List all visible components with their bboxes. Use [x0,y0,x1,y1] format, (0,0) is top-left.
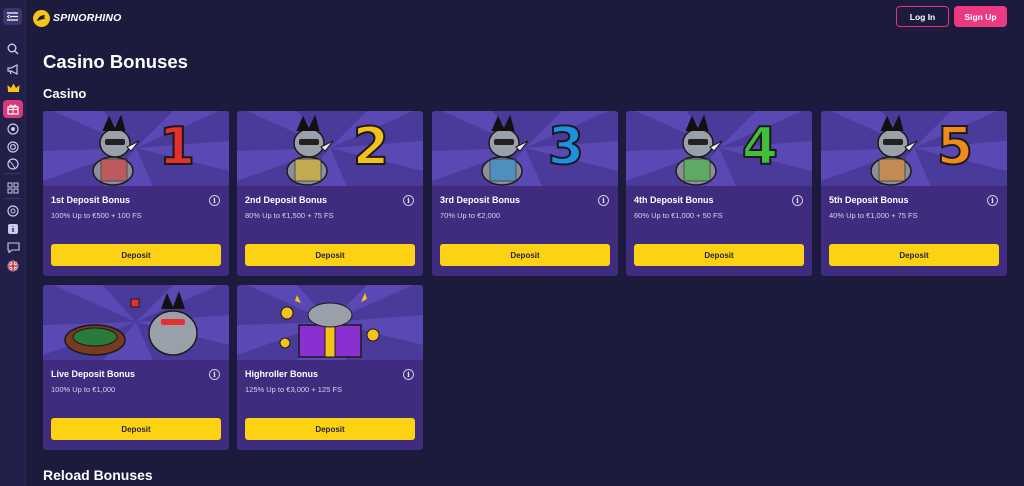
bonus-artwork [43,285,229,360]
bonus-numeral: 4 [741,116,779,178]
deposit-button[interactable]: Deposit [440,244,610,266]
bonus-description: 100% Up to €1,000 [51,385,116,394]
deposit-button[interactable]: Deposit [245,418,415,440]
deposit-button[interactable]: Deposit [829,244,999,266]
info-icon[interactable] [5,221,21,237]
bonus-artwork [432,111,618,186]
bonus-title: 3rd Deposit Bonus [440,195,521,205]
bonus-description: 70% Up to €2,000 [440,211,501,220]
deposit-button[interactable]: Deposit [51,418,221,440]
bonus-numeral: 5 [936,116,974,178]
bonus-artwork [43,111,229,186]
logo[interactable]: SPINORHINO [33,9,122,27]
grid-icon[interactable] [5,180,21,196]
info-icon[interactable]: i [403,369,414,380]
sidebar [0,0,26,486]
search-icon[interactable] [5,41,21,57]
sports-ball-icon[interactable] [5,156,21,172]
shield-icon[interactable] [5,121,21,137]
menu-toggle-icon[interactable] [3,8,22,25]
bonus-title: Live Deposit Bonus [51,369,136,379]
bonus-card: Highroller Bonus 125% Up to €3,000 + 125 … [237,285,423,450]
deposit-button[interactable]: Deposit [634,244,804,266]
logo-text: SPINORHINO [53,12,122,24]
info-icon[interactable]: i [209,195,220,206]
bonus-artwork [237,111,423,186]
bonus-title: Highroller Bonus [245,369,319,379]
sidebar-divider [5,173,21,174]
bonus-artwork [237,285,423,360]
gift-icon[interactable] [3,100,23,118]
bonus-description: 40% Up to €1,000 + 75 FS [829,211,918,220]
crown-icon[interactable] [5,80,21,96]
uk-flag-icon[interactable] [5,258,21,274]
info-icon[interactable]: i [403,195,414,206]
section-title: Casino [43,86,87,101]
bonus-description: 125% Up to €3,000 + 125 FS [245,385,342,394]
bonus-card: 2 2nd Deposit Bonus 80% Up to €1,500 + 75 … [237,111,423,276]
signup-button[interactable]: Sign Up [954,6,1007,27]
info-icon[interactable]: i [209,369,220,380]
bonus-card: 5 5th Deposit Bonus 40% Up to €1,000 + 75 … [821,111,1007,276]
support-icon[interactable] [5,203,21,219]
bonus-numeral: 2 [352,116,390,178]
target-icon[interactable] [5,139,21,155]
bonus-description: 80% Up to €1,500 + 75 FS [245,211,334,220]
bonus-numeral: 1 [158,116,196,178]
megaphone-icon[interactable] [5,61,21,77]
info-icon[interactable]: i [987,195,998,206]
bonus-card: 3 3rd Deposit Bonus 70% Up to €2,000 i Depos… [432,111,618,276]
bonus-title: 4th Deposit Bonus [634,195,714,205]
bonus-numeral: 3 [547,116,585,178]
top-bar: SPINORHINO Log In Sign Up [26,0,1024,34]
deposit-button[interactable]: Deposit [51,244,221,266]
bonus-description: 60% Up to €1,000 + 50 FS [634,211,723,220]
bonus-artwork [821,111,1007,186]
deposit-button[interactable]: Deposit [245,244,415,266]
bonus-title: 1st Deposit Bonus [51,195,131,205]
info-icon[interactable]: i [792,195,803,206]
bonus-card: 4 4th Deposit Bonus 60% Up to €1,000 + 50 … [626,111,812,276]
bonus-description: 100% Up to €500 + 100 FS [51,211,142,220]
sidebar-divider [5,198,21,199]
bonus-title: 2nd Deposit Bonus [245,195,328,205]
info-icon[interactable]: i [598,195,609,206]
login-button[interactable]: Log In [896,6,949,27]
bonus-card: 1 1st Deposit Bonus 100% Up to €500 + 100 … [43,111,229,276]
chat-icon[interactable] [5,239,21,255]
page-title: Casino Bonuses [43,51,188,72]
bonus-title: 5th Deposit Bonus [829,195,909,205]
bonus-artwork [626,111,812,186]
reload-section-title: Reload Bonuses [43,467,153,483]
rhino-logo-icon [33,9,50,27]
bonus-card: Live Deposit Bonus 100% Up to €1,000 i Depo… [43,285,229,450]
